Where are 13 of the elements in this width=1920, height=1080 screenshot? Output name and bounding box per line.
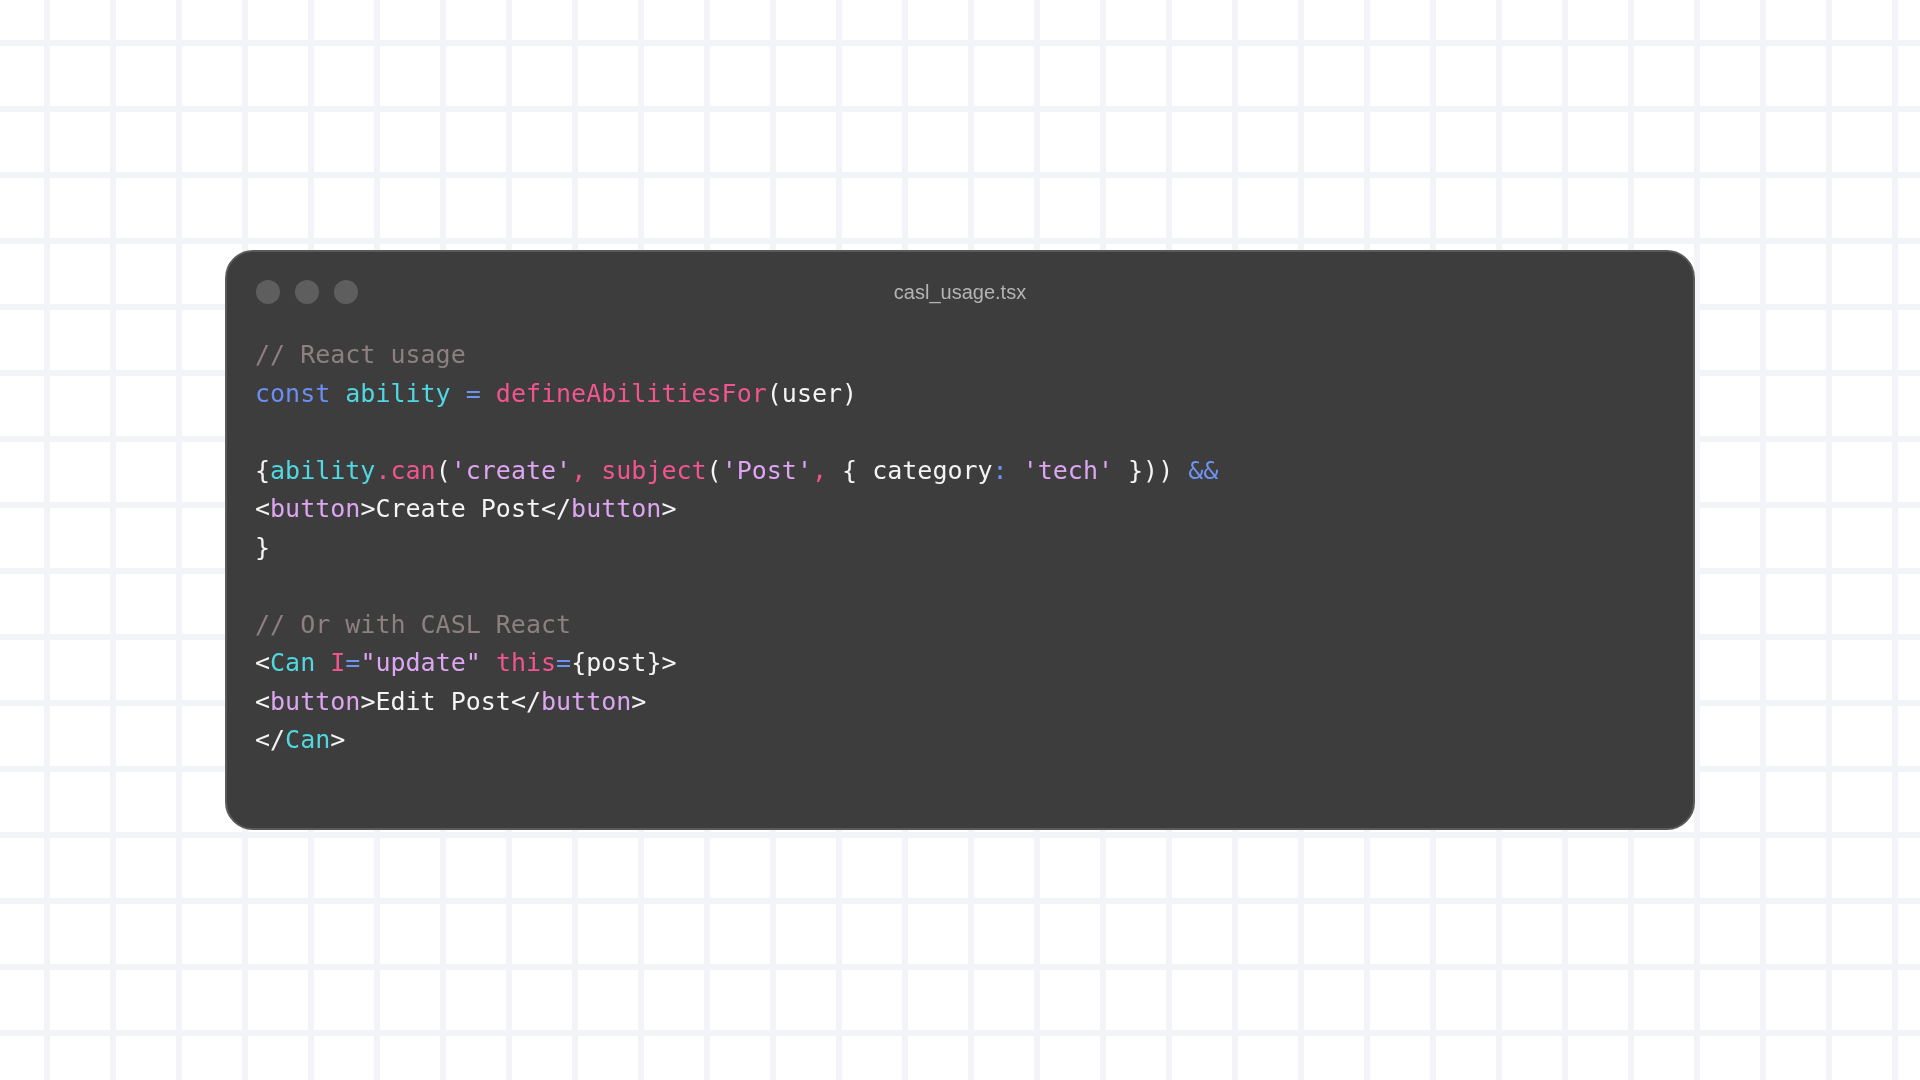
code-comment: // React usage [255,339,466,371]
window-control-dot-icon[interactable] [256,280,280,304]
window-control-dot-icon[interactable] [295,280,319,304]
code-line: } [255,531,271,564]
code-line: <button>Create Post</button> [255,493,677,525]
code-line: <Can I="update" this={post}> [255,647,677,679]
window-control-dot-icon[interactable] [334,280,358,304]
code-line: const ability = defineAbilitiesFor(user) [255,377,858,410]
window-title: casl_usage.tsx [893,280,1027,304]
code-line: </Can> [255,724,346,756]
code-comment: // Or with CASL React [255,608,572,641]
code-line: <button>Edit Post</button> [255,685,647,718]
code-line: {ability.can('create', subject('Post', { category: 'tech' })) && [255,454,1219,487]
